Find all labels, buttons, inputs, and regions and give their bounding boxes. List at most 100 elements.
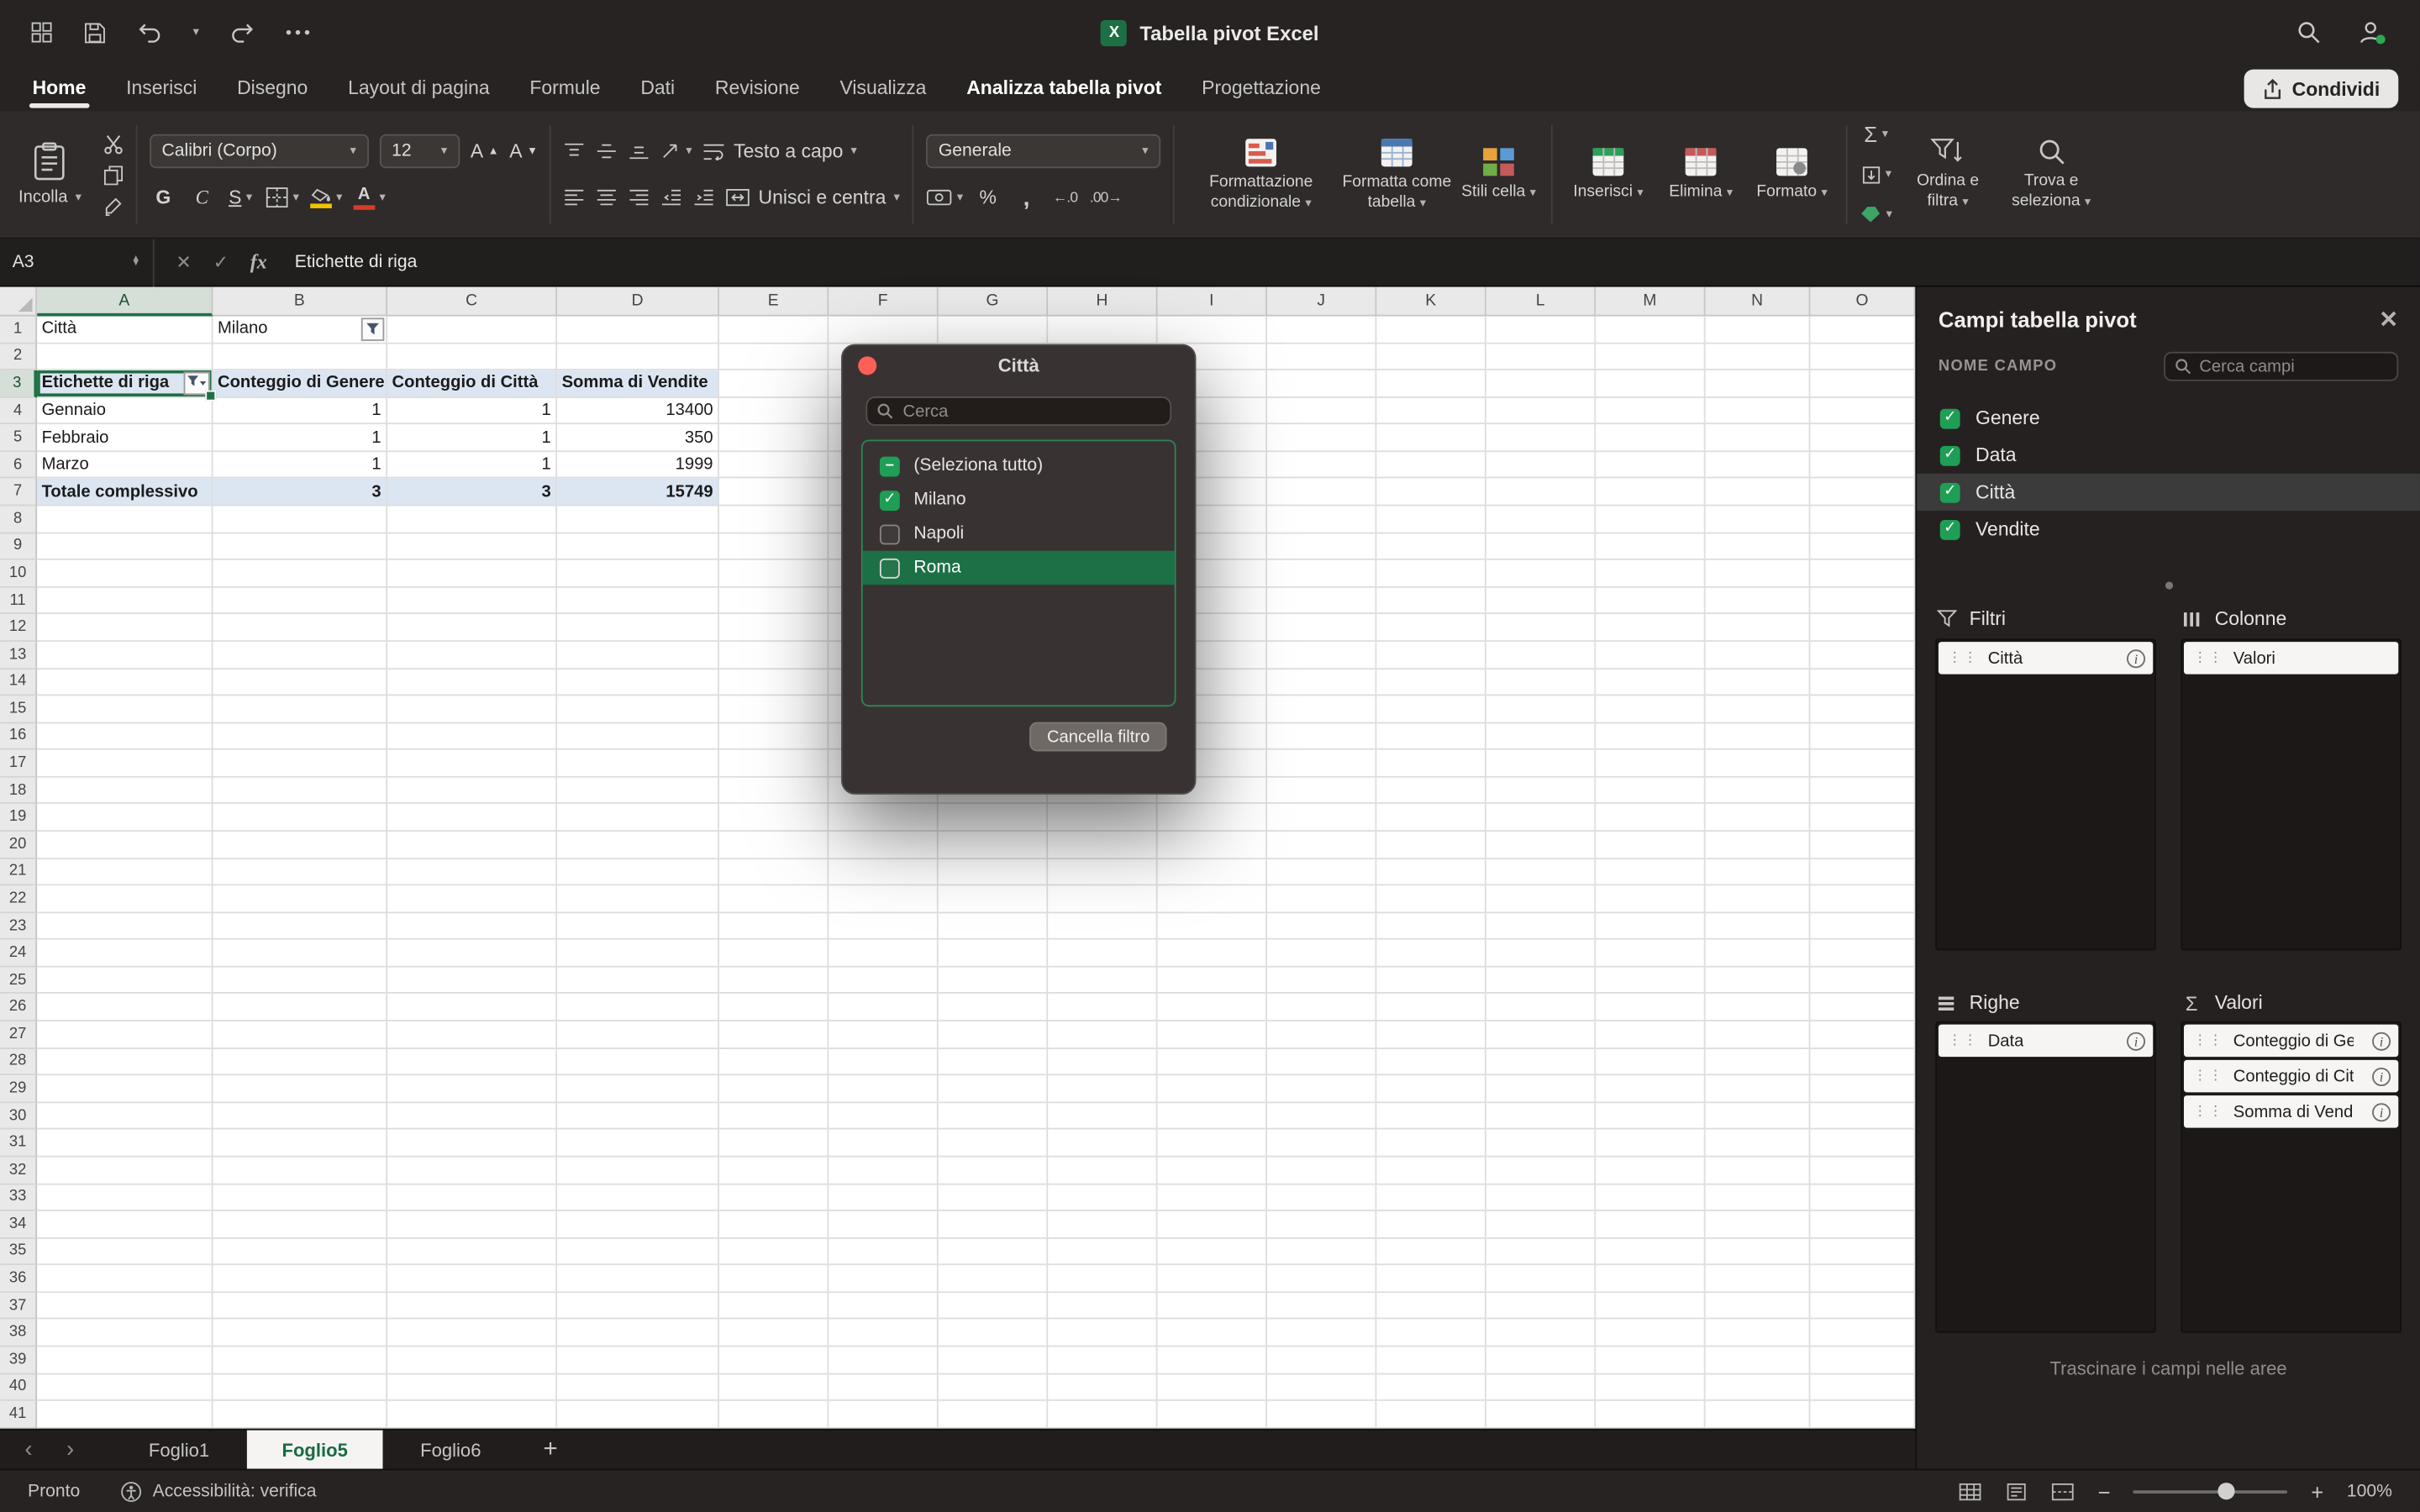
cell-O21[interactable] xyxy=(1810,858,1915,885)
cell-N16[interactable] xyxy=(1706,723,1811,750)
cell-N20[interactable] xyxy=(1706,832,1811,858)
cell-O15[interactable] xyxy=(1810,696,1915,723)
cell-C41[interactable] xyxy=(387,1401,557,1428)
cell-K16[interactable] xyxy=(1376,723,1486,750)
dialog-close-button[interactable] xyxy=(858,356,876,375)
cell-D37[interactable] xyxy=(557,1293,719,1320)
cell-I41[interactable] xyxy=(1158,1401,1267,1428)
row-header-28[interactable]: 28 xyxy=(0,1048,37,1075)
cell-D7[interactable]: 15749 xyxy=(557,479,719,506)
cell-A3[interactable]: Etichette di riga xyxy=(37,370,213,397)
find-select-button[interactable]: Trova e seleziona ▾ xyxy=(2003,138,2099,211)
filter-dropdown-button[interactable] xyxy=(184,372,210,395)
cell-J2[interactable] xyxy=(1267,344,1376,370)
cell-L16[interactable] xyxy=(1486,723,1596,750)
cell-K9[interactable] xyxy=(1376,533,1486,560)
cell-O39[interactable] xyxy=(1810,1347,1915,1373)
ribbon-tab-visualizza[interactable]: Visualizza xyxy=(820,65,947,111)
cell-I1[interactable] xyxy=(1158,317,1267,344)
cell-H38[interactable] xyxy=(1048,1320,1157,1347)
cell-K15[interactable] xyxy=(1376,696,1486,723)
cell-O19[interactable] xyxy=(1810,805,1915,832)
chevron-down-icon[interactable]: ▾ xyxy=(246,192,252,204)
normal-view-icon[interactable] xyxy=(1959,1482,1982,1500)
cell-L23[interactable] xyxy=(1486,913,1596,940)
row-header-12[interactable]: 12 xyxy=(0,615,37,642)
cell-O26[interactable] xyxy=(1810,995,1915,1021)
cell-L40[interactable] xyxy=(1486,1374,1596,1401)
cell-G39[interactable] xyxy=(939,1347,1048,1373)
cell-E15[interactable] xyxy=(719,696,829,723)
cell-A1[interactable]: Città xyxy=(37,317,213,344)
cell-D34[interactable] xyxy=(557,1211,719,1238)
delete-cells-button[interactable]: Elimina ▾ xyxy=(1660,147,1741,202)
row-header-30[interactable]: 30 xyxy=(0,1103,37,1130)
row-header-34[interactable]: 34 xyxy=(0,1211,37,1238)
cell-G1[interactable] xyxy=(939,317,1048,344)
cell-D16[interactable] xyxy=(557,723,719,750)
cell-B3[interactable]: Conteggio di Genere xyxy=(213,370,387,397)
cell-A6[interactable]: Marzo xyxy=(37,452,213,479)
cell-A37[interactable] xyxy=(37,1293,213,1320)
filter-option-seleziona-tutto[interactable]: –(Seleziona tutto) xyxy=(863,449,1175,482)
cell-A25[interactable] xyxy=(37,967,213,994)
cell-B29[interactable] xyxy=(213,1076,387,1103)
filter-option-napoli[interactable]: Napoli xyxy=(863,517,1175,550)
cell-D21[interactable] xyxy=(557,858,719,885)
cell-D1[interactable] xyxy=(557,317,719,344)
cell-J39[interactable] xyxy=(1267,1347,1376,1373)
cell-D38[interactable] xyxy=(557,1320,719,1347)
format-painter-icon[interactable] xyxy=(103,195,124,215)
cell-J8[interactable] xyxy=(1267,507,1376,533)
cell-J41[interactable] xyxy=(1267,1401,1376,1428)
cell-H25[interactable] xyxy=(1048,967,1157,994)
cell-F26[interactable] xyxy=(829,995,938,1021)
cell-O2[interactable] xyxy=(1810,344,1915,370)
cell-D39[interactable] xyxy=(557,1347,719,1373)
cell-M31[interactable] xyxy=(1596,1130,1705,1157)
row-header-15[interactable]: 15 xyxy=(0,696,37,723)
select-all-corner[interactable] xyxy=(0,287,37,317)
cell-J30[interactable] xyxy=(1267,1103,1376,1130)
field-genere[interactable]: ✓Genere xyxy=(1917,400,2420,437)
cell-B12[interactable] xyxy=(213,615,387,642)
cell-M41[interactable] xyxy=(1596,1401,1705,1428)
wrap-text-button[interactable]: Testo a capo▾ xyxy=(702,134,857,168)
formula-content[interactable]: Etichette di riga xyxy=(295,253,418,271)
cell-N30[interactable] xyxy=(1706,1103,1811,1130)
cell-A12[interactable] xyxy=(37,615,213,642)
cell-O28[interactable] xyxy=(1810,1048,1915,1075)
cell-O35[interactable] xyxy=(1810,1238,1915,1265)
field-chip-somma-di-vendi[interactable]: ⋮⋮Somma di Vendi...i xyxy=(2184,1095,2398,1128)
cell-D8[interactable] xyxy=(557,507,719,533)
cell-H30[interactable] xyxy=(1048,1103,1157,1130)
cell-G21[interactable] xyxy=(939,858,1048,885)
cell-M2[interactable] xyxy=(1596,344,1705,370)
cell-E12[interactable] xyxy=(719,615,829,642)
drag-handle-icon[interactable]: ⋮⋮ xyxy=(2193,1103,2224,1120)
cell-E5[interactable] xyxy=(719,425,829,452)
cell-G38[interactable] xyxy=(939,1320,1048,1347)
cell-O36[interactable] xyxy=(1810,1266,1915,1293)
cell-E10[interactable] xyxy=(719,560,829,587)
cell-N25[interactable] xyxy=(1706,967,1811,994)
ribbon-tab-dati[interactable]: Dati xyxy=(620,65,695,111)
cell-E9[interactable] xyxy=(719,533,829,560)
cell-B8[interactable] xyxy=(213,507,387,533)
cell-J17[interactable] xyxy=(1267,750,1376,777)
cell-K8[interactable] xyxy=(1376,507,1486,533)
cell-F19[interactable] xyxy=(829,805,938,832)
cell-O24[interactable] xyxy=(1810,940,1915,967)
cell-I33[interactable] xyxy=(1158,1184,1267,1211)
cell-L25[interactable] xyxy=(1486,967,1596,994)
panel-resize-handle[interactable] xyxy=(2165,581,2172,589)
cell-C36[interactable] xyxy=(387,1266,557,1293)
cell-K6[interactable] xyxy=(1376,452,1486,479)
cell-M19[interactable] xyxy=(1596,805,1705,832)
format-cells-button[interactable]: Formato ▾ xyxy=(1750,147,1833,202)
cell-C17[interactable] xyxy=(387,750,557,777)
cell-M15[interactable] xyxy=(1596,696,1705,723)
cell-M14[interactable] xyxy=(1596,669,1705,696)
cell-F37[interactable] xyxy=(829,1293,938,1320)
cancel-entry-icon[interactable]: ✕ xyxy=(176,251,191,273)
